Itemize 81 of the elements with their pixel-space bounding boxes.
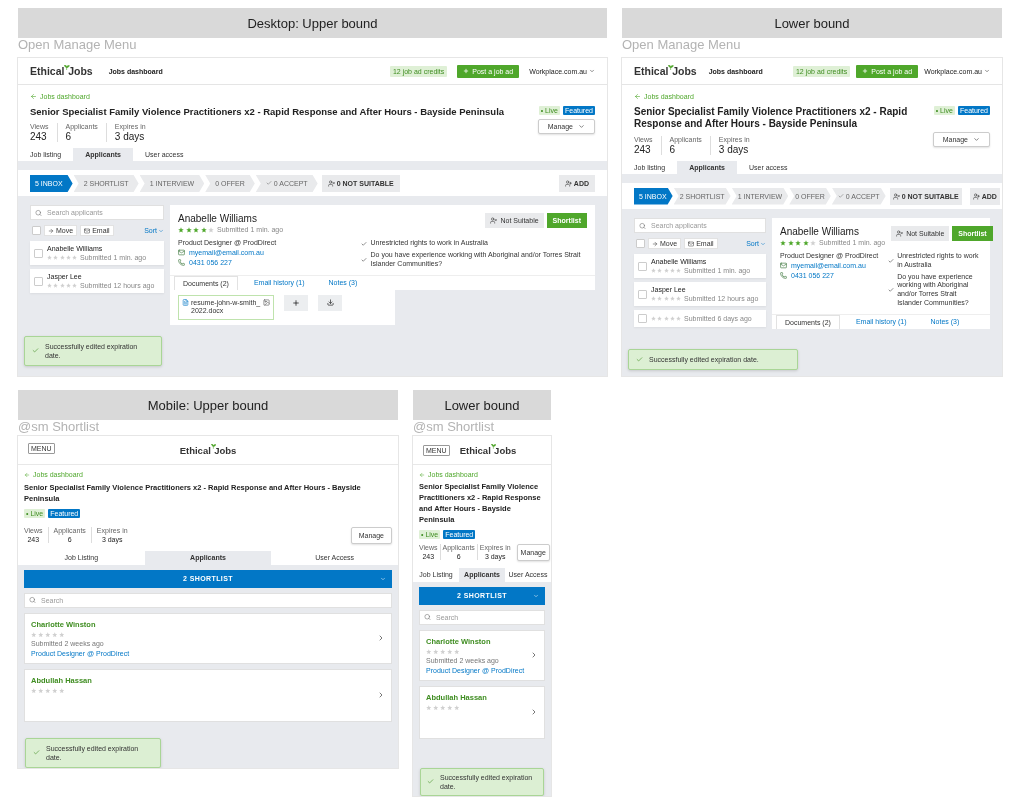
arrow-right-icon: [48, 227, 54, 234]
frame-label: @sm Shortlist: [413, 420, 495, 436]
checkbox[interactable]: [34, 248, 43, 258]
checkbox[interactable]: [34, 276, 43, 286]
chevron-down-icon: [380, 575, 386, 582]
arrow-left-icon: [419, 471, 425, 478]
stat-value: 6: [65, 131, 72, 143]
mail-icon: [780, 262, 787, 269]
artboard-heading: Lower bound: [413, 390, 551, 420]
frame-label: Open Manage Menu: [622, 38, 741, 54]
artboard-heading: Desktop: Upper bound: [18, 8, 607, 38]
applicant-name: Anabelle Williams: [178, 213, 258, 225]
arrow-left-icon: [24, 471, 30, 478]
chevron-right-icon: [530, 651, 538, 660]
search-icon: [35, 209, 42, 217]
stat-value: 3 days: [718, 144, 749, 155]
job-title: Senior Specialist Family Violence Practitioners x2 - Rapid Response and After Hours - Bayside Peninsula: [634, 106, 909, 130]
chevron-right-icon: [377, 691, 385, 700]
stat-value: 243: [30, 131, 47, 143]
user-x-icon: [896, 230, 904, 237]
chevron-down-icon: [158, 227, 164, 234]
logo[interactable]: Ethical Jobs: [634, 64, 697, 78]
check-icon: [33, 749, 40, 757]
user-plus-icon: [564, 179, 572, 187]
user-x-icon: [490, 217, 498, 225]
arrow-right-icon: [652, 240, 658, 247]
plus-icon: [292, 298, 300, 307]
user-x-icon: [327, 179, 335, 187]
frame-label: Open Manage Menu: [18, 38, 137, 54]
logo[interactable]: Ethical Jobs: [30, 64, 93, 78]
chevron-down-icon: [984, 68, 990, 74]
mail-icon: [178, 249, 185, 257]
chevron-down-icon: [578, 123, 585, 131]
search-icon: [424, 613, 431, 621]
user-x-icon: [892, 192, 900, 200]
mail-icon: [84, 227, 91, 234]
checkbox[interactable]: [32, 226, 41, 236]
chevron-down-icon: [973, 136, 980, 143]
search-icon: [29, 596, 36, 604]
mail-icon: [688, 240, 695, 247]
chevron-down-icon: [760, 240, 766, 247]
checkbox[interactable]: [638, 314, 647, 323]
logo[interactable]: Ethical Jobs: [179, 444, 237, 456]
phone-icon: [178, 259, 185, 267]
check-icon: [636, 355, 643, 363]
chevron-down-icon: [589, 68, 595, 74]
check-icon: [888, 287, 895, 293]
plus-icon: [463, 68, 470, 74]
file-icon: [182, 298, 189, 306]
applicant-name: Anabelle Williams: [780, 226, 860, 237]
chevron-right-icon: [377, 634, 385, 643]
artboard-heading: Lower bound: [622, 8, 1002, 38]
arrow-left-icon: [30, 93, 37, 100]
frame-label: @sm Shortlist: [18, 420, 100, 436]
check-icon: [427, 778, 434, 786]
stat-value: 243: [634, 144, 651, 155]
add-document-button[interactable]: [284, 294, 308, 311]
chevron-right-icon: [530, 708, 538, 717]
chevron-down-icon: [533, 592, 539, 599]
download-icon: [326, 299, 334, 307]
check-icon: [265, 180, 272, 187]
job-title: Senior Specialist Family Violence Practitioners x2 - Rapid Response and After Hours - Bayside Peninsula: [30, 106, 505, 118]
checkbox[interactable]: [638, 261, 647, 271]
image-icon: [263, 298, 270, 306]
check-icon: [837, 193, 844, 199]
check-icon: [888, 257, 895, 264]
search-icon: [639, 222, 646, 229]
stat-value: 6: [669, 144, 676, 155]
checkbox[interactable]: [638, 289, 647, 299]
artboard-heading: Mobile: Upper bound: [18, 390, 398, 420]
download-button[interactable]: [318, 294, 342, 311]
user-plus-icon: [972, 192, 980, 200]
arrow-left-icon: [634, 93, 641, 100]
phone-icon: [780, 272, 787, 279]
checkbox[interactable]: [636, 239, 645, 248]
plus-icon: [862, 68, 869, 74]
logo[interactable]: Ethical Jobs: [459, 444, 517, 456]
stat-value: 3 days: [114, 131, 145, 143]
check-icon: [32, 347, 39, 355]
check-icon: [361, 256, 368, 263]
check-icon: [361, 240, 368, 247]
